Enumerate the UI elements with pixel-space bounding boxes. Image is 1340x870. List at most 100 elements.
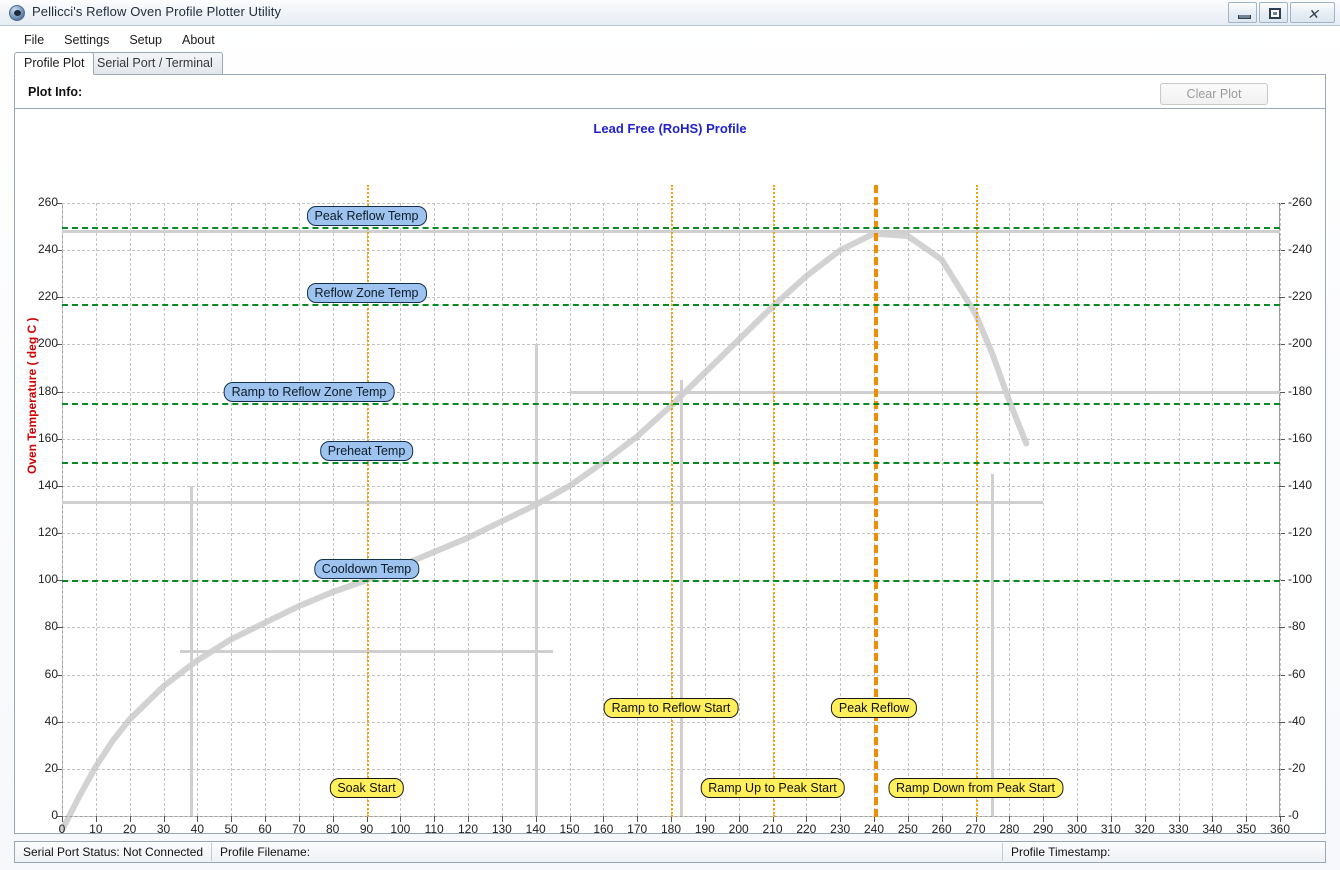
threshold-line-cooldown-temp — [62, 580, 1280, 582]
y-tick-label-left: 200 — [18, 336, 58, 350]
y-tick-label-left: 80 — [18, 619, 58, 633]
close-button[interactable]: ✕ — [1290, 2, 1335, 23]
window-title: Pellicci's Reflow Oven Profile Plotter U… — [32, 4, 281, 19]
gridline-vertical — [130, 203, 131, 816]
y-tick-label-right: -180 — [1288, 384, 1325, 398]
gridline-vertical — [603, 203, 604, 816]
threshold-badge-peak-reflow-temp[interactable]: Peak Reflow Temp — [307, 206, 427, 226]
minimize-icon — [1238, 15, 1251, 19]
marker-line-soak-start — [367, 185, 369, 817]
plot-area[interactable]: 0-020-2040-4060-6080-80100-100120-120140… — [62, 203, 1280, 816]
gridline-vertical — [806, 203, 807, 816]
marker-badge-soak-start[interactable]: Soak Start — [329, 778, 403, 798]
maximize-icon — [1269, 8, 1281, 19]
y-tick-label-right: -140 — [1288, 478, 1325, 492]
menu-item-settings[interactable]: Settings — [54, 31, 119, 49]
threshold-badge-cooldown-temp[interactable]: Cooldown Temp — [314, 559, 419, 579]
chart-title: Lead Free (RoHS) Profile — [15, 121, 1325, 136]
threshold-badge-ramp-to-reflow-zone-temp[interactable]: Ramp to Reflow Zone Temp — [224, 382, 395, 402]
threshold-badge-reflow-zone-temp[interactable]: Reflow Zone Temp — [307, 283, 427, 303]
y-tick-label-left: 220 — [18, 289, 58, 303]
marker-badge-ramp-to-reflow-start[interactable]: Ramp to Reflow Start — [604, 698, 739, 718]
clear-plot-button[interactable]: Clear Plot — [1160, 83, 1268, 105]
gridline-vertical — [942, 203, 943, 816]
gridline-vertical — [1111, 203, 1112, 816]
y-tick-label-right: -240 — [1288, 242, 1325, 256]
profile-timestamp: Profile Timestamp: — [1003, 842, 1325, 862]
gridline-vertical — [434, 203, 435, 816]
gridline-vertical — [502, 203, 503, 816]
plot-info-label: Plot Info: — [28, 85, 82, 99]
y-tick-label-right: -80 — [1288, 619, 1325, 633]
threshold-line-ramp-to-reflow-zone-temp — [62, 403, 1280, 405]
marker-line-peak-reflow — [874, 185, 878, 817]
marker-badge-peak-reflow[interactable]: Peak Reflow — [831, 698, 917, 718]
marker-line-ramp-up-to-peak-start — [773, 185, 775, 817]
threshold-line-peak-reflow-temp — [62, 227, 1280, 229]
gridline-vertical — [1179, 203, 1180, 816]
gridline-vertical — [468, 203, 469, 816]
gray-guide-horizontal — [570, 391, 1281, 394]
gridline-vertical — [705, 203, 706, 816]
y-tick-label-left: 160 — [18, 431, 58, 445]
gridline-vertical — [1212, 203, 1213, 816]
reflow-profile-chart: Lead Free (RoHS) Profile Oven Temperatur… — [15, 109, 1325, 833]
gridline-vertical — [908, 203, 909, 816]
gridline-vertical — [231, 203, 232, 816]
minimize-button[interactable] — [1228, 2, 1257, 23]
marker-line-ramp-down-from-peak-start — [976, 185, 978, 817]
y-tick-label-right: -200 — [1288, 336, 1325, 350]
y-tick-label-right: -260 — [1288, 195, 1325, 209]
gray-guide-vertical — [680, 380, 683, 816]
serial-port-status: Serial Port Status: Not Connected — [15, 842, 211, 862]
menu-item-setup[interactable]: Setup — [119, 31, 172, 49]
menu-item-file[interactable]: File — [14, 31, 54, 49]
menu-bar: File Settings Setup About — [14, 30, 1326, 50]
y-tick-label-left: 180 — [18, 384, 58, 398]
gridline-vertical — [840, 203, 841, 816]
marker-badge-ramp-up-to-peak-start[interactable]: Ramp Up to Peak Start — [700, 778, 845, 798]
gridline-vertical — [299, 203, 300, 816]
window-controls: ✕ — [1228, 2, 1335, 23]
gridline-vertical — [1145, 203, 1146, 816]
y-tick-label-left: 260 — [18, 195, 58, 209]
y-tick-label-left: 40 — [18, 714, 58, 728]
gray-guide-vertical — [190, 486, 193, 816]
tab-profile-plot[interactable]: Profile Plot — [14, 52, 94, 75]
marker-badge-ramp-down-from-peak-start[interactable]: Ramp Down from Peak Start — [888, 778, 1063, 798]
y-tick-label-right: -40 — [1288, 714, 1325, 728]
gridline-vertical — [739, 203, 740, 816]
close-icon: ✕ — [1306, 7, 1320, 21]
threshold-line-reflow-zone-temp — [62, 304, 1280, 306]
gridline-vertical — [1280, 203, 1281, 816]
y-tick-label-right: -120 — [1288, 525, 1325, 539]
gridline-vertical — [197, 203, 198, 816]
gridline-vertical — [96, 203, 97, 816]
y-tick-label-left: 240 — [18, 242, 58, 256]
threshold-line-preheat-temp — [62, 462, 1280, 464]
y-tick-label-right: -220 — [1288, 289, 1325, 303]
y-tick-label-right: -60 — [1288, 667, 1325, 681]
gridline-vertical — [1246, 203, 1247, 816]
tab-serial-port-terminal[interactable]: Serial Port / Terminal — [87, 52, 223, 75]
gridline-vertical — [265, 203, 266, 816]
y-tick-label-left: 20 — [18, 761, 58, 775]
tab-strip: Profile Plot Serial Port / Terminal — [14, 52, 1326, 75]
gridline-vertical — [164, 203, 165, 816]
y-tick-label-left: 60 — [18, 667, 58, 681]
status-bar: Serial Port Status: Not Connected Profil… — [14, 841, 1326, 863]
marker-line-ramp-to-reflow-start — [671, 185, 673, 817]
maximize-button[interactable] — [1259, 2, 1288, 23]
gridline-vertical — [1043, 203, 1044, 816]
threshold-badge-preheat-temp[interactable]: Preheat Temp — [320, 441, 414, 461]
y-tick-label-left: 100 — [18, 572, 58, 586]
y-tick-label-left: 0 — [18, 808, 58, 822]
gray-guide-vertical — [991, 474, 994, 816]
gridline-vertical — [1077, 203, 1078, 816]
gridline-vertical — [570, 203, 571, 816]
y-tick-label-right: -160 — [1288, 431, 1325, 445]
gridline-vertical — [637, 203, 638, 816]
menu-item-about[interactable]: About — [172, 31, 225, 49]
profile-filename: Profile Filename: — [212, 842, 1002, 862]
app-paw-icon — [9, 5, 25, 21]
